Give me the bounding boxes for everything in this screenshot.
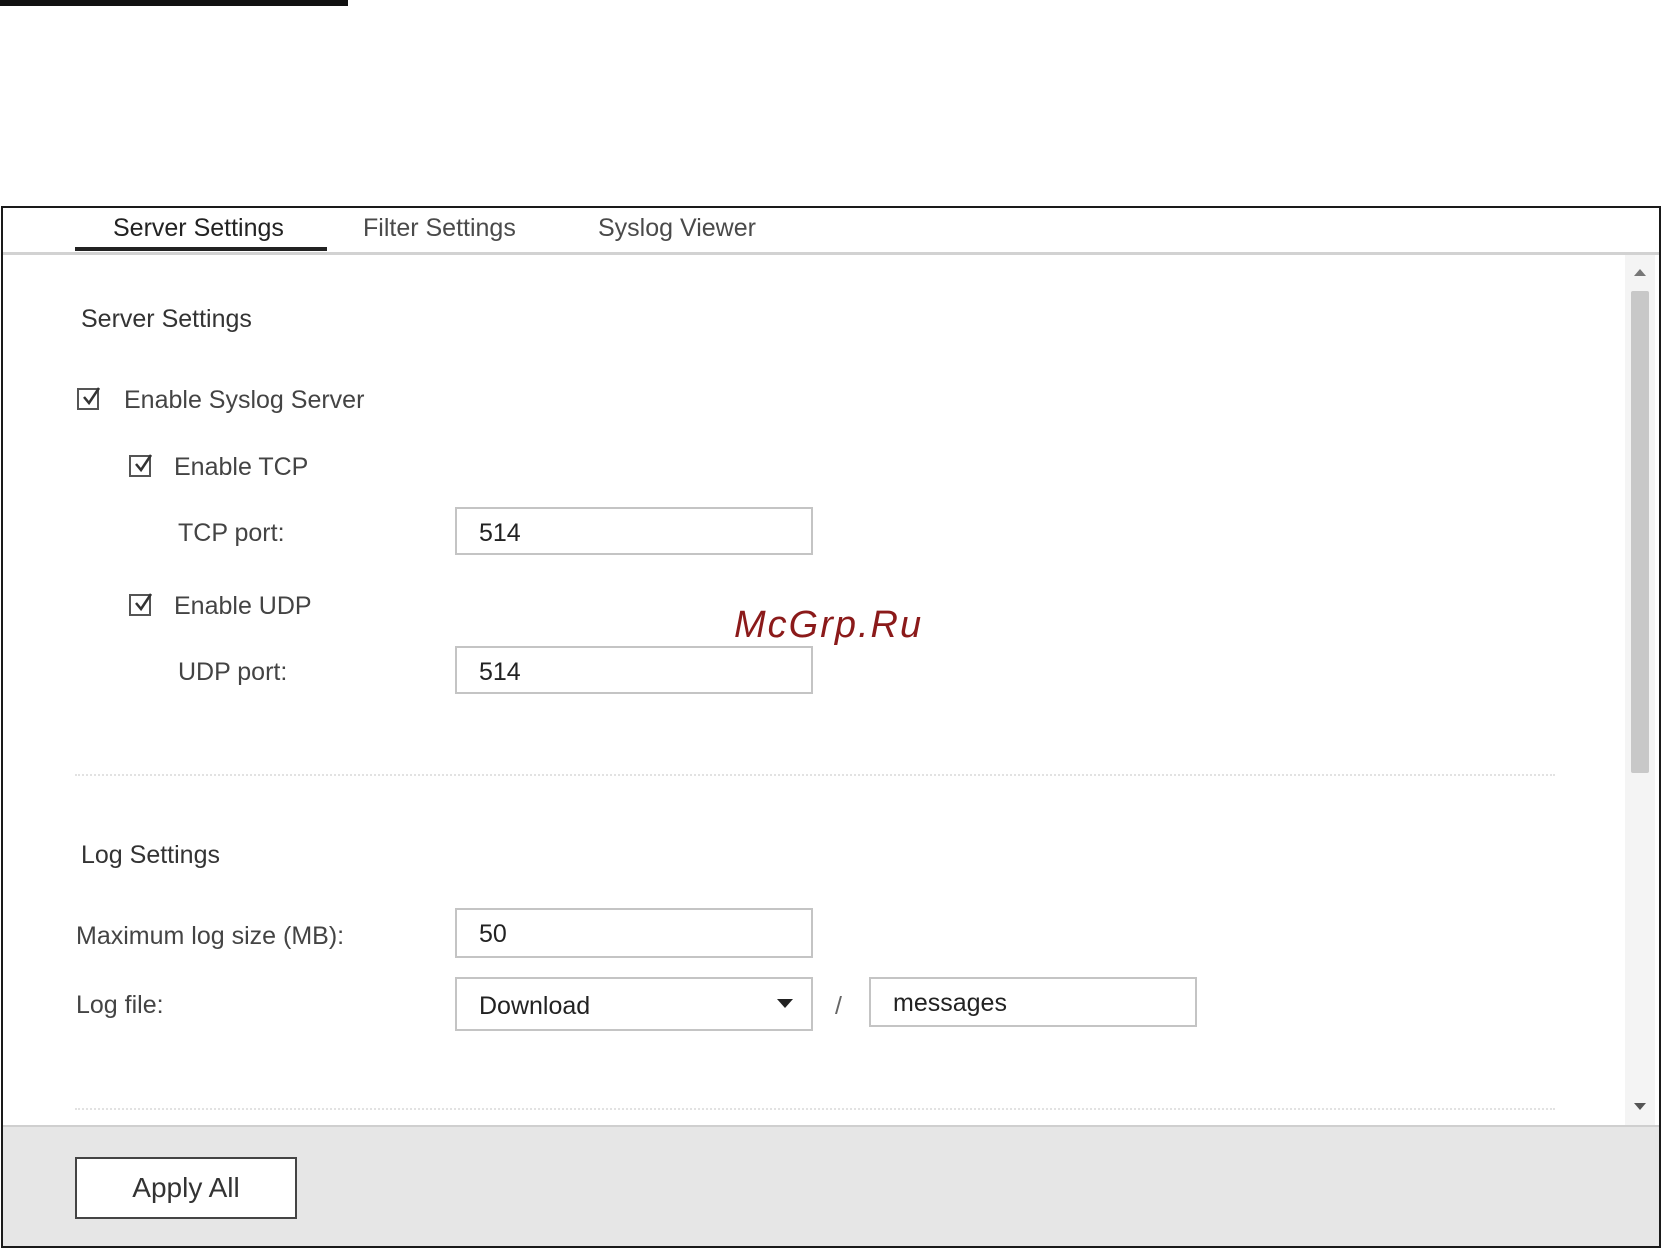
tab-bar: Server Settings Filter Settings Syslog V… [3,208,1659,255]
checkmark-icon [83,387,101,406]
path-separator: / [835,992,842,1020]
section-divider [75,1108,1555,1110]
footer-bar: Apply All [3,1125,1659,1246]
log-filename-input[interactable]: messages [869,977,1197,1027]
log-settings-heading: Log Settings [81,841,220,869]
watermark-text: McGrp.Ru [734,604,924,646]
checkmark-icon [135,593,153,612]
scroll-up-arrow-icon[interactable] [1634,269,1646,276]
top-bar [0,0,348,6]
scroll-down-arrow-icon[interactable] [1634,1103,1646,1110]
enable-tcp-label: Enable TCP [174,453,309,481]
log-file-label: Log file: [76,991,164,1019]
udp-port-input[interactable]: 514 [455,646,813,694]
vertical-scrollbar[interactable] [1625,255,1655,1125]
tcp-port-input[interactable]: 514 [455,507,813,555]
chevron-down-icon [777,999,793,1008]
log-folder-select[interactable]: Download [455,977,813,1031]
section-divider [75,774,1555,776]
udp-port-label: UDP port: [178,658,288,686]
apply-all-button[interactable]: Apply All [75,1157,297,1219]
log-folder-value: Download [479,992,591,1020]
tab-server-settings[interactable]: Server Settings [113,214,284,243]
settings-content: Server Settings Enable Syslog Server Ena… [3,255,1655,1125]
enable-udp-checkbox[interactable] [129,593,153,616]
enable-syslog-server-label: Enable Syslog Server [124,386,365,414]
max-log-size-input[interactable]: 50 [455,908,813,958]
checkmark-icon [135,454,153,473]
enable-syslog-server-checkbox[interactable] [77,387,101,410]
enable-udp-label: Enable UDP [174,592,312,620]
tcp-port-label: TCP port: [178,519,285,547]
active-tab-indicator [75,247,327,251]
enable-tcp-checkbox[interactable] [129,454,153,477]
tab-syslog-viewer[interactable]: Syslog Viewer [598,214,756,243]
syslog-server-window: Server Settings Filter Settings Syslog V… [1,206,1661,1248]
server-settings-heading: Server Settings [81,305,252,333]
max-log-size-label: Maximum log size (MB): [76,922,345,950]
tab-filter-settings[interactable]: Filter Settings [363,214,516,243]
scrollbar-thumb[interactable] [1631,291,1649,773]
